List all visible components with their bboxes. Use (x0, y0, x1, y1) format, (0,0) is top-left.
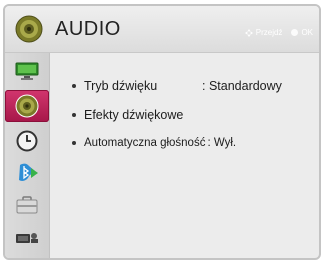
navigation-hint: Przejdź OK (244, 28, 313, 37)
bullet (72, 141, 76, 145)
menu-item-value: : Wył. (207, 137, 237, 149)
menu-item-label: Automatyczna głośność (84, 137, 206, 149)
sidebar-item-picture[interactable] (5, 55, 49, 87)
audio-settings-window: AUDIO Przejdź OK Tryb dźwięku: Standard… (3, 4, 321, 260)
bullet (72, 84, 76, 88)
hint-move-label: Przejdź (255, 28, 283, 37)
sidebar-item-input[interactable] (5, 221, 49, 253)
settings-menu: Tryb dźwięku : Standardowy Efekty dźwięk… (50, 53, 319, 258)
page-title: AUDIO (55, 18, 121, 40)
monitor-icon (15, 62, 39, 80)
speaker-icon (15, 15, 43, 43)
toolbox-icon (16, 196, 38, 214)
bullet (72, 113, 76, 117)
menu-item-value: : Standardowy (202, 79, 282, 93)
clock-icon (16, 130, 38, 152)
sidebar-item-time[interactable] (5, 125, 49, 157)
input-icon (16, 233, 38, 243)
sidebar-item-audio[interactable] (5, 90, 49, 122)
directional-pad-icon (244, 28, 253, 37)
menu-item-sound-effects[interactable]: Efekty dźwiękowe (72, 108, 183, 122)
hint-ok-label: OK (301, 28, 313, 37)
menu-item-sound-mode[interactable]: Tryb dźwięku : Standardowy (72, 79, 282, 93)
bluetooth-icon (19, 163, 38, 181)
menu-item-auto-volume[interactable]: Automatyczna głośność : Wył. (72, 137, 236, 149)
menu-item-label: Tryb dźwięku (84, 79, 158, 93)
ok-button-icon (291, 29, 299, 36)
speaker-icon (15, 94, 39, 118)
category-sidebar (5, 53, 50, 258)
header-bar: AUDIO Przejdź OK (5, 6, 319, 53)
menu-item-label: Efekty dźwiękowe (84, 108, 184, 122)
sidebar-item-option[interactable] (5, 189, 49, 221)
sidebar-item-bluetooth[interactable] (5, 157, 49, 189)
